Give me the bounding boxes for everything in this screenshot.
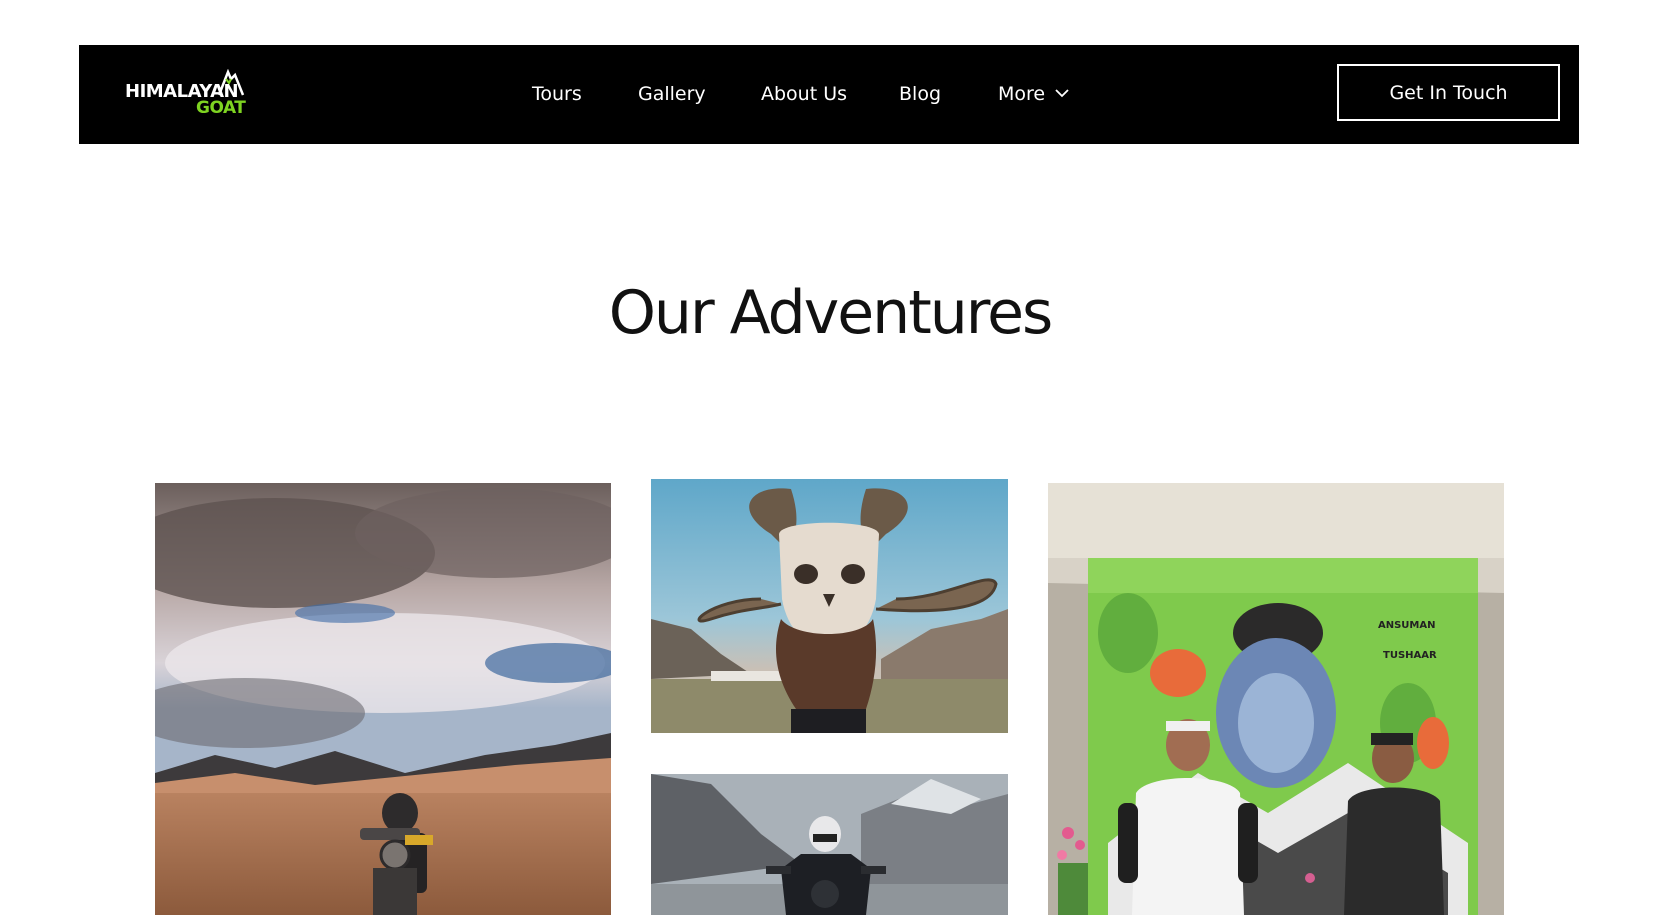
photo-ram-skull[interactable]	[651, 479, 1008, 733]
logo-subtext: GOAT	[196, 98, 246, 118]
photo-mural-friends[interactable]: ANSUMAN TUSHAAR	[1048, 483, 1504, 915]
get-in-touch-button[interactable]: Get In Touch	[1337, 64, 1560, 121]
page: HIMALAYAN GOAT Tours Gallery About Us Bl…	[0, 0, 1660, 915]
svg-text:TUSHAAR: TUSHAAR	[1383, 650, 1437, 661]
nav-more[interactable]: More	[998, 82, 1045, 106]
chevron-down-icon[interactable]	[1054, 87, 1070, 99]
nav-gallery[interactable]: Gallery	[638, 82, 706, 106]
photo-rider-mountains[interactable]	[651, 774, 1008, 915]
svg-text:ANSUMAN: ANSUMAN	[1378, 620, 1436, 631]
logo[interactable]: HIMALAYAN GOAT	[125, 69, 257, 119]
photo-rider-desert[interactable]	[155, 483, 611, 915]
nav-tours[interactable]: Tours	[532, 82, 582, 106]
site-header: HIMALAYAN GOAT Tours Gallery About Us Bl…	[79, 45, 1579, 144]
page-title: Our Adventures	[608, 278, 1054, 348]
nav-about-us[interactable]: About Us	[761, 82, 847, 106]
nav-blog[interactable]: Blog	[899, 82, 941, 106]
